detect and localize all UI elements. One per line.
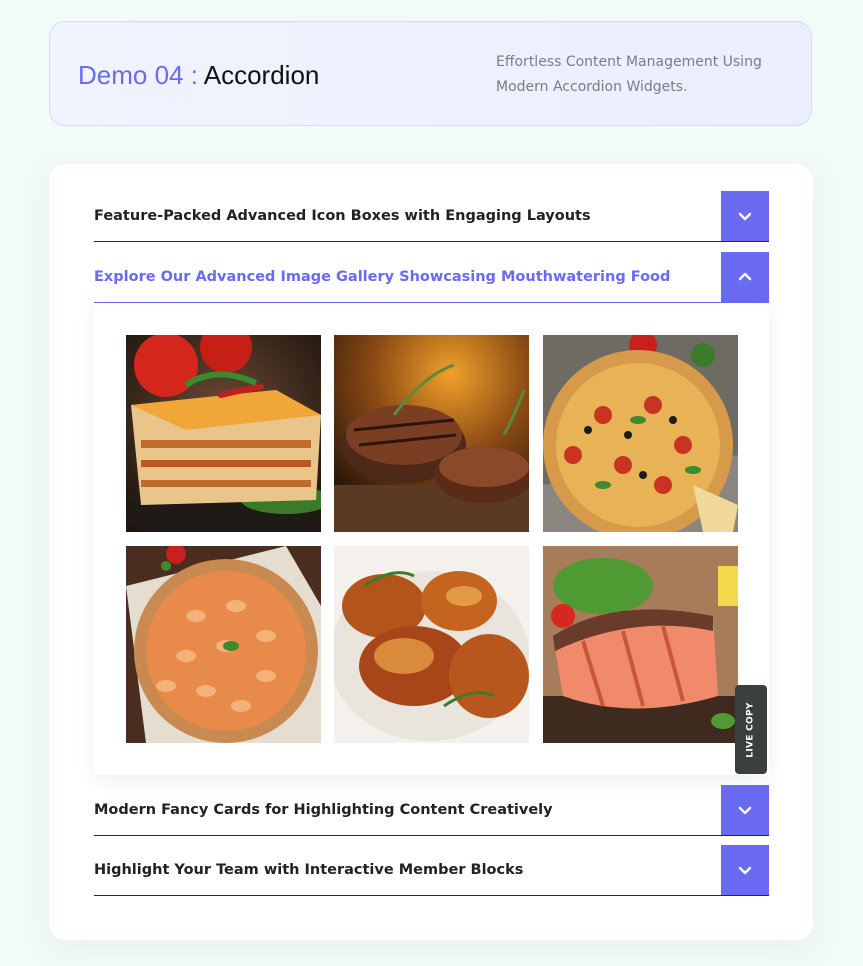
chevron-down-icon (738, 866, 752, 875)
accordion-toggle-button[interactable] (721, 252, 769, 302)
accordion-item-title[interactable]: Modern Fancy Cards for Highlighting Cont… (94, 785, 553, 836)
gallery-image-pizza-2[interactable] (126, 546, 321, 743)
accordion-panel: Feature-Packed Advanced Icon Boxes with … (49, 164, 813, 940)
accordion-toggle-button[interactable] (721, 191, 769, 241)
accordion-item-image-gallery[interactable]: Explore Our Advanced Image Gallery Showc… (94, 252, 769, 303)
chevron-up-icon (738, 272, 752, 281)
live-copy-tab[interactable]: LIVE COPY (735, 685, 767, 774)
accordion-item-team-members[interactable]: Highlight Your Team with Interactive Mem… (94, 845, 769, 896)
header-description: Effortless Content Management Using Mode… (496, 54, 762, 95)
accordion-item-title[interactable]: Explore Our Advanced Image Gallery Showc… (94, 252, 670, 303)
accordion-toggle-button[interactable] (721, 845, 769, 895)
image-gallery: LIVE COPY (94, 303, 769, 775)
accordion-item-title[interactable]: Feature-Packed Advanced Icon Boxes with … (94, 191, 591, 242)
gallery-image-pizza[interactable] (543, 335, 738, 532)
demo-name: Accordion (203, 60, 320, 90)
gallery-image-steak[interactable] (334, 335, 529, 532)
gallery-image-lasagna[interactable] (126, 335, 321, 532)
demo-header-card: Demo 04 : Accordion Effortless Content M… (49, 21, 812, 126)
live-copy-label: LIVE COPY (746, 701, 756, 758)
chevron-down-icon (738, 212, 752, 221)
accordion-toggle-button[interactable] (721, 785, 769, 835)
chevron-down-icon (738, 806, 752, 815)
accordion-item-title[interactable]: Highlight Your Team with Interactive Mem… (94, 845, 523, 896)
gallery-image-chicken[interactable] (334, 546, 529, 743)
demo-prefix: Demo 04 : (78, 60, 198, 90)
page-title: Demo 04 : Accordion (78, 58, 319, 92)
gallery-image-salmon[interactable] (543, 546, 738, 743)
accordion-item-fancy-cards[interactable]: Modern Fancy Cards for Highlighting Cont… (94, 785, 769, 836)
accordion-item-icon-boxes[interactable]: Feature-Packed Advanced Icon Boxes with … (94, 191, 769, 242)
